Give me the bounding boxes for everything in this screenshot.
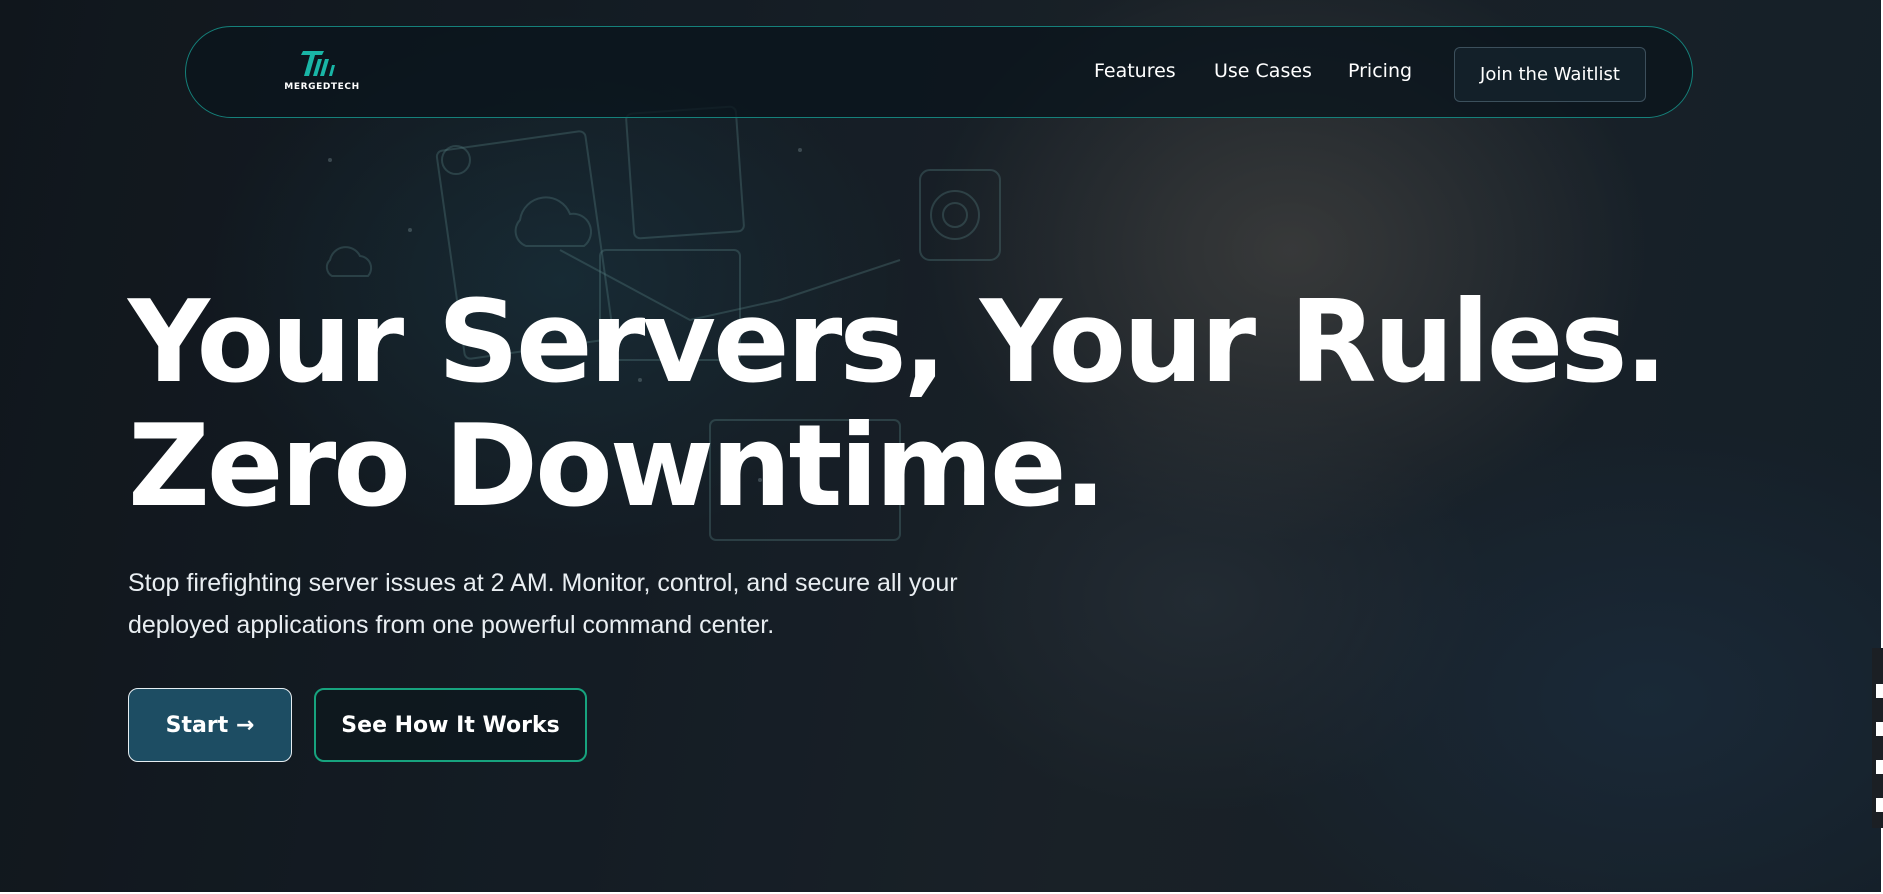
start-button[interactable]: Start →: [128, 688, 292, 762]
brand-logo[interactable]: MERGEDTECH: [282, 49, 362, 99]
top-navbar: MERGEDTECH Features Use Cases Pricing Jo…: [185, 26, 1693, 118]
toolbar-icon[interactable]: [1876, 684, 1883, 698]
nav-link-features[interactable]: Features: [1094, 60, 1176, 82]
join-waitlist-button[interactable]: Join the Waitlist: [1454, 47, 1646, 102]
see-how-it-works-button[interactable]: See How It Works: [314, 688, 587, 762]
brand-name: MERGEDTECH: [284, 82, 360, 92]
toolbar-icon[interactable]: [1876, 722, 1883, 736]
hero-section: MERGEDTECH Features Use Cases Pricing Jo…: [0, 0, 1881, 892]
nav-link-pricing[interactable]: Pricing: [1348, 60, 1412, 82]
nav-link-use-cases[interactable]: Use Cases: [1214, 60, 1312, 82]
hero-headline: Your Servers, Your Rules. Zero Downtime.: [128, 276, 1668, 532]
hero-headline-line-2: Zero Downtime.: [128, 400, 1107, 532]
floating-toolbar-widget[interactable]: [1872, 648, 1883, 828]
hero-headline-line-1: Your Servers, Your Rules.: [128, 276, 1668, 408]
mergedtech-logo-icon: [301, 51, 335, 76]
close-icon[interactable]: [1876, 798, 1883, 812]
hero-subheading: Stop firefighting server issues at 2 AM.…: [128, 569, 958, 639]
copy-icon[interactable]: [1876, 760, 1883, 774]
